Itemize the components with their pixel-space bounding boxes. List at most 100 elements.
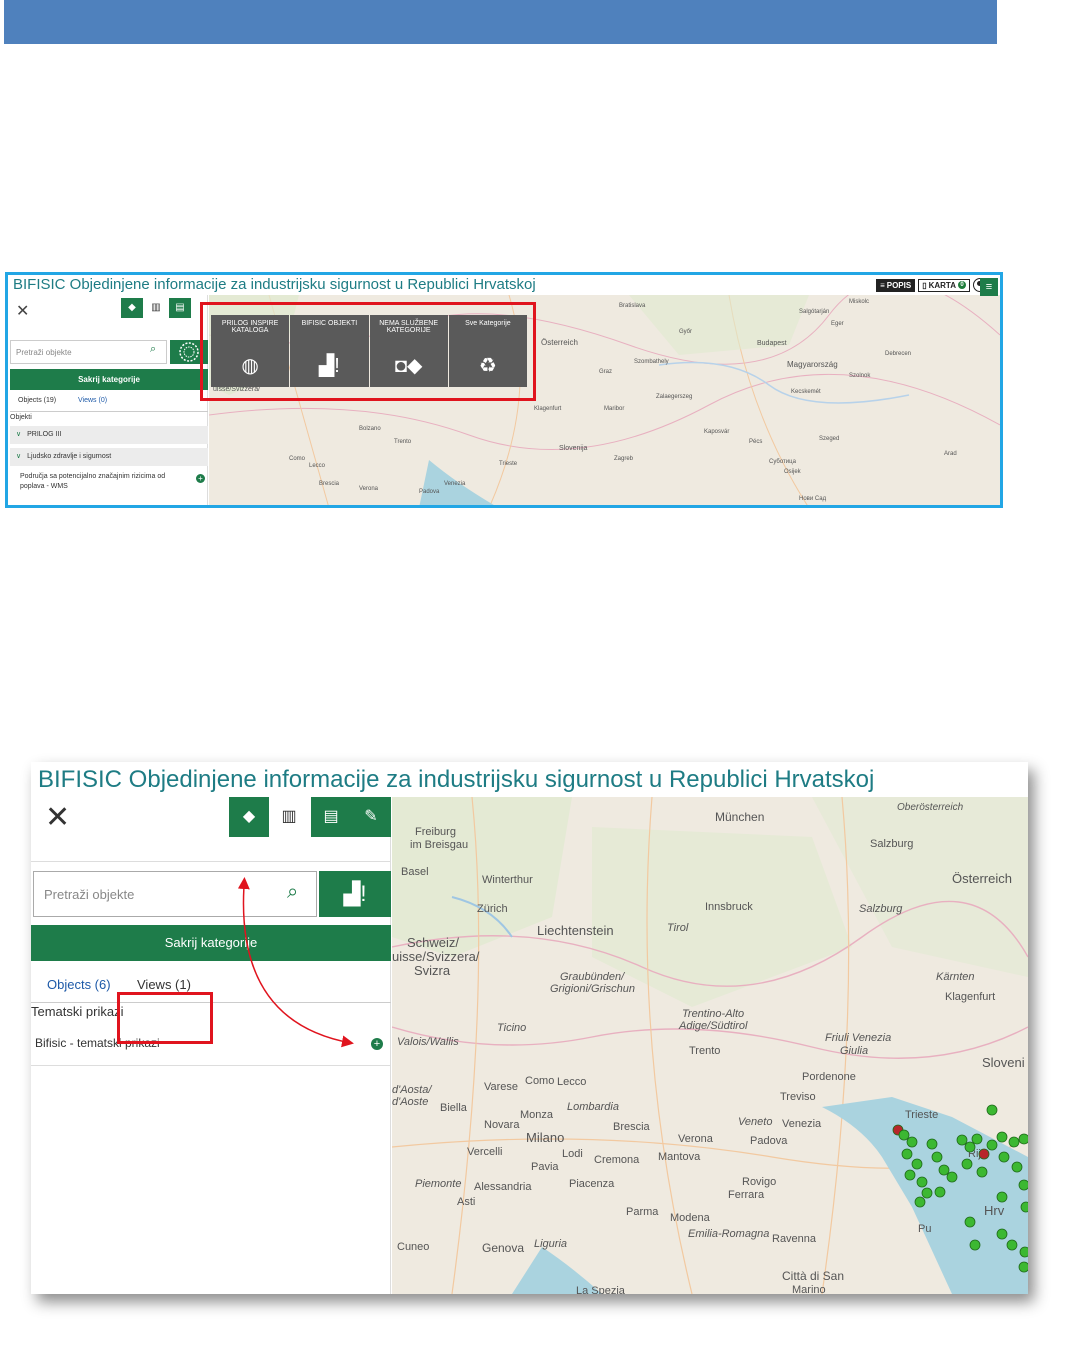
add-layer-icon[interactable]: + [196,474,205,483]
map-label: Liechtenstein [537,923,614,938]
facility-marker[interactable] [926,1138,938,1150]
chevron-down-icon: ∨ [16,431,22,438]
facility-marker[interactable] [1006,1239,1018,1251]
draw-button[interactable]: ✎ [351,797,391,837]
map-label: Miskolc [849,299,869,305]
facility-marker[interactable] [1020,1201,1028,1213]
tab-views[interactable]: Views (1) [137,977,191,992]
map-label: Ferrara [728,1189,765,1201]
facility-marker[interactable] [921,1187,933,1199]
map-label: Slovenija [559,445,588,452]
map-icon: ▯ [922,280,927,290]
facility-marker[interactable] [961,1158,973,1170]
map-book-button[interactable]: ▤ [169,298,191,318]
facility-marker[interactable] [898,1129,910,1141]
hamburger-icon: ≡ [985,281,993,293]
map-label: Graubünden/ [560,971,625,983]
facility-marker[interactable] [996,1191,1008,1203]
facility-marker[interactable] [1018,1261,1028,1273]
tree-group-prilog[interactable]: ∨ PRILOG III [10,426,208,444]
facility-marker[interactable] [976,1166,988,1178]
facility-marker[interactable] [1011,1161,1023,1173]
facility-marker[interactable] [1018,1179,1028,1191]
facility-marker[interactable] [906,1136,918,1148]
map-label: Szombathely [634,359,669,365]
tab-objects[interactable]: Objects (19) [18,397,56,404]
karta-button[interactable]: ▯ KARTA 0 [918,278,970,292]
brush-icon: ✎ [364,808,378,825]
map-label: Kecskemét [791,389,821,395]
facility-marker[interactable] [934,1186,946,1198]
facility-marker[interactable] [1008,1136,1020,1148]
search-input[interactable]: Pretraži objekte [10,340,167,364]
facility-marker[interactable] [914,1196,926,1208]
sidebar-panel: ✕ ◆ ▥ ▤ ✎ Pretraži objekte ⌕ ▟! Sakrij k… [31,797,391,1294]
map-label: Grigioni/Grischun [550,983,635,995]
facility-marker[interactable] [964,1141,976,1153]
book-button[interactable]: ▥ [145,298,167,318]
facility-marker[interactable] [938,1164,950,1176]
app-title: BIFISIC Objedinjene informacije za indus… [13,276,536,293]
map-menu-button[interactable]: ≡ [980,278,998,296]
facility-marker[interactable] [901,1148,913,1160]
map-label: Klagenfurt [534,406,562,412]
facility-marker[interactable] [964,1216,976,1228]
map-label: Monza [520,1109,554,1121]
map-label: Hrv [984,1203,1005,1218]
map-label: Emilia-Romagna [688,1228,769,1240]
layers-icon: ◆ [128,302,136,313]
map-label: d'Aosta/ [392,1084,432,1096]
map-label: München [715,810,764,824]
map-label: Schweiz/ [407,935,459,950]
map-view[interactable]: Freiburg im Breisgau München Salzburg Ob… [392,797,1028,1294]
facility-marker[interactable] [986,1139,998,1151]
facility-marker[interactable] [996,1228,1008,1240]
tree-group-health[interactable]: ∨ Ljudsko zdravlje i sigurnost [10,448,208,466]
facility-marker[interactable] [969,1239,981,1251]
section-label: Objekti [10,414,32,421]
tab-objects[interactable]: Objects (6) [47,977,111,992]
close-icon[interactable]: ✕ [16,301,29,321]
hide-categories-button[interactable]: Sakrij kategorije [10,369,208,390]
map-label: Genova [482,1241,524,1255]
add-view-icon[interactable]: + [371,1038,383,1050]
facility-marker[interactable] [971,1133,983,1145]
map-label: Pordenone [802,1071,856,1083]
map-label: Trieste [499,461,518,467]
map-label: Salzburg [870,838,913,850]
map-label: Trento [394,439,412,445]
layers-button[interactable]: ◆ [121,298,143,318]
facility-marker[interactable] [978,1148,990,1160]
list-icon: ≡ [880,280,885,290]
facility-marker[interactable] [996,1131,1008,1143]
facility-marker[interactable] [916,1176,928,1188]
chevron-down-icon: ∨ [16,453,22,460]
map-label: Winterthur [482,874,533,886]
map-label: Lecco [557,1076,586,1088]
facility-marker[interactable] [911,1158,923,1170]
facility-marker[interactable] [1018,1133,1028,1145]
map-label: Osijek [784,469,802,475]
screenshot-views: BIFISIC Objedinjene informacije za indus… [31,762,1028,1294]
facility-marker[interactable] [998,1151,1010,1163]
tab-views[interactable]: Views (0) [78,397,107,404]
map-label: Modena [670,1212,711,1224]
facility-marker[interactable] [946,1171,958,1183]
facility-marker[interactable] [931,1151,943,1163]
map-book-button[interactable]: ▤ [311,797,351,837]
highlight-box [200,302,536,401]
search-icon[interactable]: ⌕ [150,343,156,356]
facility-marker[interactable] [1019,1246,1028,1258]
map-label: Città di San [782,1269,844,1283]
layers-button[interactable]: ◆ [229,797,269,837]
facility-marker[interactable] [956,1134,968,1146]
map-label: Adige/Südtirol [678,1020,748,1032]
sidebar-tabs: Objects (19) Views (0) [10,394,208,412]
close-icon[interactable]: ✕ [45,803,70,833]
map-label: Padova [750,1135,788,1147]
facility-marker[interactable] [986,1104,998,1116]
map-label: Como [289,456,306,462]
facility-marker[interactable] [904,1169,916,1181]
book-button[interactable]: ▥ [269,797,309,837]
popis-button[interactable]: ≡ POPIS [876,278,916,292]
